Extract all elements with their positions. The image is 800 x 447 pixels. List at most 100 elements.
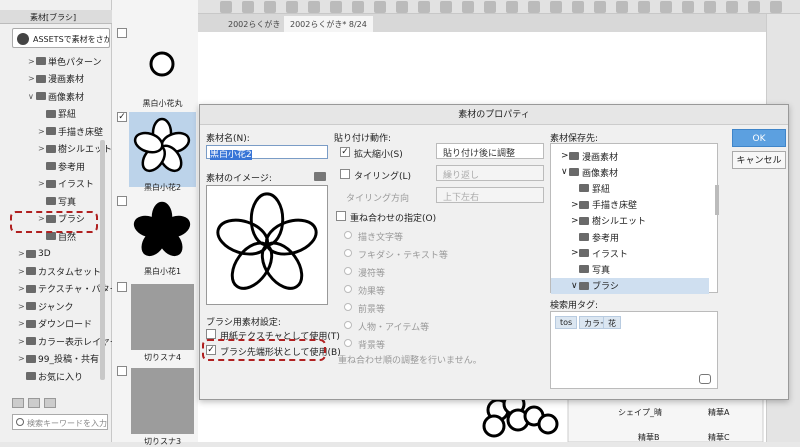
overlay-radio[interactable] <box>344 249 352 257</box>
toolbar-button[interactable] <box>352 1 364 13</box>
tree-item[interactable]: > カスタムセット <box>18 262 101 280</box>
tree-item[interactable]: 罫紐 <box>38 105 76 123</box>
overlay-radio[interactable] <box>344 267 352 275</box>
tree-arrow-icon[interactable]: > <box>18 319 26 328</box>
tiling-checkbox[interactable] <box>340 169 350 179</box>
tree-item[interactable]: ∨ 画像素材 <box>28 87 84 105</box>
new-folder-icon[interactable] <box>12 398 24 408</box>
cancel-button[interactable]: キャンセル <box>732 151 786 169</box>
material-name-input[interactable]: 黒白小花2 <box>206 145 328 160</box>
tree-arrow-icon[interactable]: > <box>38 127 46 136</box>
toolbar-button[interactable] <box>286 1 298 13</box>
overlay-radio[interactable] <box>344 303 352 311</box>
material-panel-tab[interactable]: 素材[ブラシ] <box>0 10 112 24</box>
thumbnail-checkbox[interactable] <box>117 282 127 292</box>
tree-arrow-icon[interactable]: > <box>571 216 579 226</box>
tree-arrow-icon[interactable]: > <box>28 74 36 83</box>
toolbar-button[interactable] <box>308 1 320 13</box>
assets-search-button[interactable]: ASSETSで素材をさがす <box>12 28 110 48</box>
tag-chip[interactable]: tos <box>555 316 578 329</box>
toolbar-button[interactable] <box>506 1 518 13</box>
material-thumbnail[interactable] <box>129 366 196 441</box>
toolbar-button[interactable] <box>220 1 232 13</box>
toolbar-button[interactable] <box>726 1 738 13</box>
toolbar-button[interactable] <box>242 1 254 13</box>
toolbar-button[interactable] <box>594 1 606 13</box>
thumbnail-checkbox[interactable]: ✓ <box>117 112 127 122</box>
overlay-radio[interactable] <box>344 285 352 293</box>
thumbnail-checkbox[interactable] <box>117 28 127 38</box>
tree-arrow-icon[interactable]: > <box>18 249 26 258</box>
storage-item[interactable]: ∨ 画像素材 <box>551 164 709 180</box>
overlay-radio[interactable] <box>344 231 352 239</box>
tag-add-icon[interactable] <box>699 374 711 384</box>
toolbar-button[interactable] <box>374 1 386 13</box>
toolbar-button[interactable] <box>418 1 430 13</box>
toolbar-button[interactable] <box>330 1 342 13</box>
material-thumbnail[interactable] <box>129 28 196 103</box>
scale-dropdown[interactable]: 貼り付け後に調整 <box>436 143 544 159</box>
toolbar-button[interactable] <box>770 1 782 13</box>
tag-chip[interactable]: 花 <box>603 316 621 329</box>
tree-arrow-icon[interactable]: > <box>38 144 46 153</box>
material-thumbnail[interactable] <box>129 282 196 357</box>
material-search-input[interactable]: 検索キーワードを入力... <box>12 414 108 430</box>
tree-arrow-icon[interactable]: > <box>571 200 579 210</box>
toolbar-button[interactable] <box>638 1 650 13</box>
toolbar-button[interactable] <box>528 1 540 13</box>
tree-arrow-icon[interactable]: ∨ <box>571 281 579 291</box>
tags-box[interactable]: tos カラー花 <box>550 311 718 389</box>
storage-item[interactable]: ∨ ブラシ <box>551 277 709 294</box>
tree-arrow-icon[interactable]: > <box>18 267 26 276</box>
tree-arrow-icon[interactable]: > <box>561 151 569 161</box>
toolbar-button[interactable] <box>440 1 452 13</box>
toolbar-button[interactable] <box>748 1 760 13</box>
folder-icon[interactable] <box>314 172 326 181</box>
toolbar-button[interactable] <box>396 1 408 13</box>
tree-arrow-icon[interactable]: > <box>18 284 26 293</box>
thumbnail-checkbox[interactable] <box>117 366 127 376</box>
toolbar-button[interactable] <box>484 1 496 13</box>
storage-tree[interactable]: > 漫画素材 ∨ 画像素材 罫紐 > 手描き床壁 > 樹シルエット 参考用 > イラスト 写真 ∨ ブラシ <box>550 143 718 294</box>
tab-canvas-1[interactable]: 2002らくがき <box>222 16 286 32</box>
toolbar-button[interactable] <box>572 1 584 13</box>
tree-item[interactable]: > イラスト <box>38 175 94 193</box>
tree-item[interactable]: >3D <box>18 245 51 263</box>
material-thumbnail[interactable] <box>129 196 196 271</box>
delete-icon[interactable] <box>44 398 56 408</box>
tree-item[interactable]: > 単色パターン <box>28 52 102 70</box>
tree-item[interactable]: > テクスチャ・パターン <box>18 280 127 298</box>
tree-item[interactable]: > 漫画素材 <box>28 70 84 88</box>
storage-item[interactable]: > 手描き床壁 <box>551 197 709 213</box>
tree-arrow-icon[interactable]: > <box>571 248 579 258</box>
tree-item[interactable]: >99_投稿・共有 <box>18 350 99 368</box>
toolbar-button[interactable] <box>462 1 474 13</box>
storage-item[interactable]: 写真 <box>551 261 709 277</box>
tree-arrow-icon[interactable]: ∨ <box>561 167 569 177</box>
storage-item[interactable]: 罫紐 <box>551 180 709 196</box>
tree-item[interactable]: > ジャンク <box>18 297 74 315</box>
toolbar-button[interactable] <box>704 1 716 13</box>
thumbnail-checkbox[interactable] <box>117 196 127 206</box>
tree-item[interactable]: お気に入り <box>18 367 83 385</box>
ok-button[interactable]: OK <box>732 129 786 147</box>
toolbar-button[interactable] <box>660 1 672 13</box>
tree-item[interactable]: > ダウンロード <box>18 315 92 333</box>
tab-canvas-2[interactable]: 2002らくがき* 8/24 <box>284 16 373 32</box>
toolbar-button[interactable] <box>616 1 628 13</box>
overlay-checkbox[interactable] <box>336 211 346 221</box>
storage-item[interactable]: 参考用 <box>551 229 709 245</box>
toolbar-button[interactable] <box>550 1 562 13</box>
tree-item[interactable]: > 手描き床壁 <box>38 122 103 140</box>
copy-icon[interactable] <box>28 398 40 408</box>
tree-item[interactable]: 写真 <box>38 192 76 210</box>
tiling-dir-dropdown[interactable]: 上下左右 <box>436 187 544 203</box>
toolbar-button[interactable] <box>682 1 694 13</box>
tree-arrow-icon[interactable]: > <box>18 337 26 346</box>
tree-arrow-icon[interactable]: ∨ <box>28 92 36 101</box>
material-tree-scrollbar[interactable] <box>100 140 105 380</box>
storage-scrollbar[interactable] <box>715 185 719 215</box>
storage-item[interactable]: > 樹シルエット <box>551 213 709 229</box>
tree-arrow-icon[interactable]: > <box>28 57 36 66</box>
storage-item[interactable]: > 漫画素材 <box>551 148 709 164</box>
